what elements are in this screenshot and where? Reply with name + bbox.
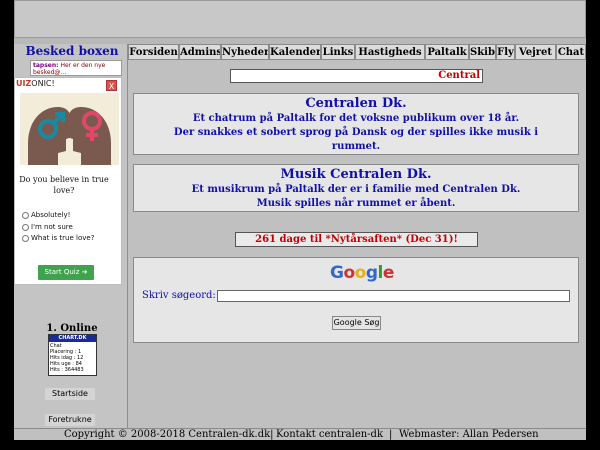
quiz-logo-rest: ONIC! (31, 79, 55, 88)
panel-heading: Musik Centralen Dk. (280, 167, 432, 182)
footer-copyright: Copyright © 2008-2018 Centralen-dk.dk| (64, 429, 274, 440)
quiz-option[interactable]: What is true love? (22, 233, 118, 244)
nav-hastigheds[interactable]: Hastigheds (355, 44, 425, 60)
foretrukne-link[interactable]: Foretrukne (45, 414, 95, 426)
message-user: tapsen: (33, 62, 59, 69)
nav-skib[interactable]: Skib (469, 44, 496, 60)
panel-text: Et musikrum på Paltalk der er i familie … (191, 184, 521, 195)
top-banner (14, 0, 586, 38)
nav-nyheder[interactable]: Nyheder (221, 44, 269, 60)
message-text: Her er den nye (60, 62, 106, 69)
message-text-2: besked@... (33, 69, 67, 76)
besked-title: Besked boxen (25, 44, 119, 58)
radio-icon[interactable] (22, 223, 29, 231)
start-quiz-button[interactable]: Start Quiz ➔ (38, 265, 94, 280)
nav-forsiden[interactable]: Forsiden (128, 44, 179, 60)
gender-heads-icon (20, 93, 119, 165)
footer-contact-link[interactable]: Kontakt centralen-dk (276, 429, 383, 441)
logo-letter: o (354, 263, 367, 283)
panel-text: Der snakkes et sobert sprog på Dansk og … (173, 127, 539, 138)
quiz-logo-q: UIZ (16, 79, 32, 88)
radio-icon[interactable] (22, 234, 29, 242)
quiz-option[interactable]: Absolutely! (22, 210, 118, 221)
chart-stat: Hits : 364483 (50, 367, 84, 373)
quiz-logo: UIZONIC! (16, 79, 55, 88)
radio-icon[interactable] (22, 211, 29, 219)
central-marquee: Central (230, 69, 483, 83)
startside-link[interactable]: Startside (45, 388, 95, 400)
panel-text: Et chatrum på Paltalk for det voksne pub… (192, 113, 520, 124)
google-logo: Google (330, 263, 394, 283)
nav-chat[interactable]: Chat (556, 44, 586, 60)
logo-letter: e (382, 263, 395, 283)
logo-letter: g (365, 263, 378, 283)
footer: Copyright © 2008-2018 Centralen-dk.dk| K… (14, 428, 586, 440)
quiz-option-label: I'm not sure (31, 223, 73, 231)
search-input[interactable] (217, 290, 570, 302)
centralen-panel: Centralen Dk. Et chatrum på Paltalk for … (133, 93, 579, 155)
footer-separator: | (389, 429, 393, 440)
logo-letter: o (343, 263, 355, 283)
nav-fly[interactable]: Fly (496, 44, 515, 60)
quiz-option[interactable]: I'm not sure (22, 222, 118, 233)
nav-kalender[interactable]: Kalender (269, 44, 321, 60)
panel-heading: Centralen Dk. (305, 96, 407, 111)
nav-links[interactable]: Links (321, 44, 355, 60)
chart-dk-header: CHART.DK (49, 335, 96, 342)
quiz-option-label: What is true love? (31, 234, 95, 242)
quiz-question: Do you believe in true love? (19, 175, 109, 195)
nav-vejret[interactable]: Vejret (515, 44, 556, 60)
online-title: 1. Online (46, 323, 98, 334)
panel-text: Musik spilles når rummet er åbent. (256, 198, 456, 209)
search-label: Skriv søgeord: (142, 290, 216, 301)
nav-paltalk[interactable]: Paltalk (425, 44, 469, 60)
panel-text: rummet. (331, 141, 381, 152)
quiz-option-label: Absolutely! (31, 211, 71, 219)
logo-letter: G (330, 263, 344, 283)
nav-admins[interactable]: Admins (179, 44, 221, 60)
quiz-image (20, 93, 119, 165)
musik-centralen-panel: Musik Centralen Dk. Et musikrum på Palta… (133, 164, 579, 212)
main-nav: Forsiden Admins Nyheder Kalender Links H… (128, 44, 586, 60)
google-search-button[interactable]: Google Søg (332, 316, 381, 330)
close-icon[interactable]: X (106, 80, 117, 91)
countdown-banner: 261 dage til *Nytårsaften* (Dec 31)! (235, 232, 478, 247)
footer-webmaster: Webmaster: Allan Pedersen (399, 429, 539, 440)
message-box[interactable]: tapsen: Her er den nye besked@... (30, 60, 122, 76)
